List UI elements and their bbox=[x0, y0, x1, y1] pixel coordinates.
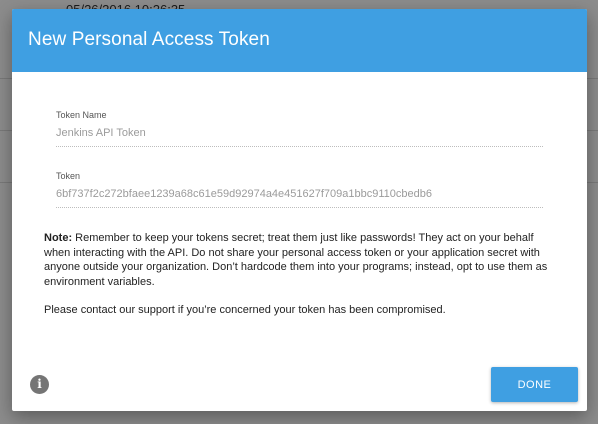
note-prefix: Note: bbox=[44, 232, 73, 244]
note-paragraph: Note: Remember to keep your tokens secre… bbox=[44, 231, 552, 289]
token-field: Token 6bf737f2c272bfaee1239a68c61e59d929… bbox=[56, 171, 543, 208]
dialog-header: New Personal Access Token bbox=[12, 9, 587, 72]
token-value[interactable]: 6bf737f2c272bfaee1239a68c61e59d92974a4e4… bbox=[56, 188, 543, 208]
token-name-value[interactable]: Jenkins API Token bbox=[56, 127, 543, 147]
support-paragraph: Please contact our support if you’re con… bbox=[44, 304, 446, 316]
dialog-title: New Personal Access Token bbox=[28, 29, 270, 50]
done-button[interactable]: DONE bbox=[491, 367, 578, 402]
token-label: Token bbox=[56, 171, 81, 181]
new-token-dialog: New Personal Access Token Token Name Jen… bbox=[12, 9, 587, 411]
note-body: Remember to keep your tokens secret; tre… bbox=[44, 232, 548, 288]
security-note: Note: Remember to keep your tokens secre… bbox=[44, 231, 552, 318]
token-name-label: Token Name bbox=[56, 110, 107, 120]
token-name-field: Token Name Jenkins API Token bbox=[56, 110, 543, 147]
info-icon[interactable]: i bbox=[30, 375, 49, 394]
